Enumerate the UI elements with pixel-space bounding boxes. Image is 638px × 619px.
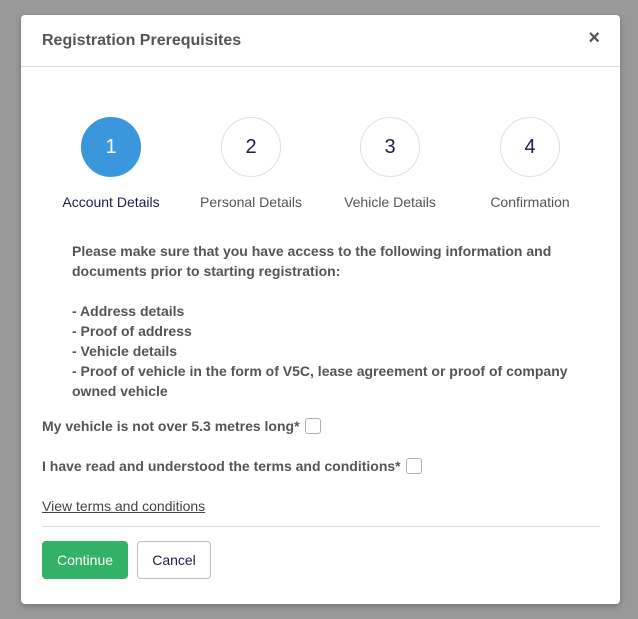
step-label: Confirmation <box>490 194 570 210</box>
terms-agreement-checkbox[interactable] <box>405 458 422 474</box>
list-item: - Address details <box>72 303 185 319</box>
vehicle-length-row: My vehicle is not over 5.3 metres long* <box>42 418 321 434</box>
modal-header: Registration Prerequisites × <box>21 15 620 67</box>
step-vehicle-details: 3 Vehicle Details <box>320 117 460 210</box>
vehicle-length-checkbox[interactable] <box>304 418 321 434</box>
modal-title: Registration Prerequisites <box>42 32 242 49</box>
step-label: Account Details <box>62 194 160 210</box>
step-label: Personal Details <box>200 194 302 210</box>
step-confirmation: 4 Confirmation <box>460 117 600 210</box>
terms-agreement-label: I have read and understood the terms and… <box>42 458 401 474</box>
step-number: 4 <box>500 117 560 177</box>
vehicle-length-label: My vehicle is not over 5.3 metres long* <box>42 418 300 434</box>
list-item: - Proof of vehicle in the form of V5C, l… <box>72 363 568 399</box>
footer-divider <box>42 526 600 527</box>
continue-button[interactable]: Continue <box>42 541 128 579</box>
prerequisites-list: - Address details - Proof of address - V… <box>72 301 592 401</box>
step-personal-details: 2 Personal Details <box>181 117 321 210</box>
info-intro: Please make sure that you have access to… <box>72 243 552 279</box>
list-item: - Vehicle details <box>72 343 178 359</box>
prerequisites-info: Please make sure that you have access to… <box>72 241 592 401</box>
step-label: Vehicle Details <box>344 194 436 210</box>
progress-steps: 1 Account Details 2 Personal Details 3 V… <box>21 117 620 217</box>
view-terms-link[interactable]: View terms and conditions <box>42 498 205 514</box>
terms-agreement-row: I have read and understood the terms and… <box>42 458 422 474</box>
step-number: 2 <box>221 117 281 177</box>
list-item: - Proof of address <box>72 323 192 339</box>
step-number: 1 <box>81 117 141 177</box>
cancel-button[interactable]: Cancel <box>137 541 211 579</box>
registration-modal: Registration Prerequisites × 1 Account D… <box>21 15 620 604</box>
step-number: 3 <box>360 117 420 177</box>
close-icon[interactable]: × <box>588 28 600 48</box>
step-account-details: 1 Account Details <box>41 117 181 210</box>
